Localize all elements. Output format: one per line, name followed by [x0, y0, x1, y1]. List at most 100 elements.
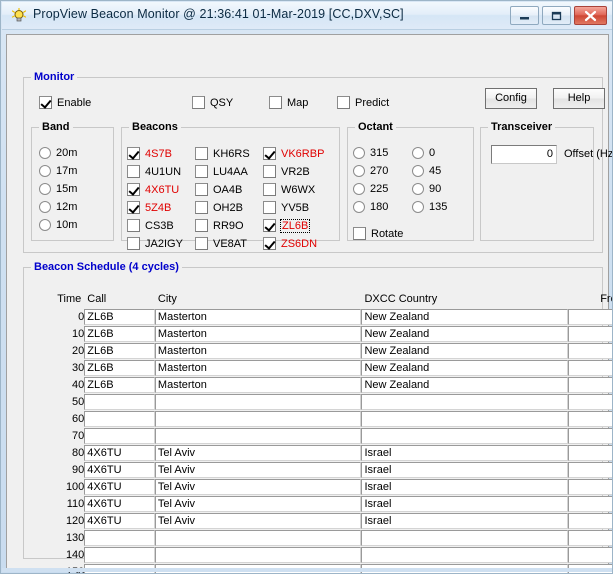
beacon-checkbox-zl6b[interactable]: ZL6B [263, 218, 311, 233]
cell-call[interactable]: 4X6TU [84, 462, 155, 478]
cell-dxcc[interactable]: New Zealand [361, 309, 569, 325]
table-row[interactable]: 1204X6TUTel AvivIsrael28200555486 [23, 512, 612, 529]
cell-city[interactable] [154, 547, 362, 563]
beacon-checkbox-oa4b[interactable]: OA4B [195, 183, 242, 196]
cell-dxcc[interactable]: Israel [361, 513, 569, 529]
cell-dxcc[interactable] [361, 530, 569, 546]
cell-dxcc[interactable]: New Zealand [361, 326, 569, 342]
cell-freq[interactable]: 21150 [568, 343, 612, 359]
cell-freq[interactable] [568, 394, 612, 410]
cell-city[interactable]: Tel Aviv [154, 513, 362, 529]
close-button[interactable] [574, 6, 607, 25]
schedule-table-container[interactable]: Time Call City DXCC Country Freq (khz) S… [23, 288, 612, 573]
cell-city[interactable] [154, 394, 362, 410]
table-row[interactable]: 130 [23, 529, 612, 546]
beacon-checkbox-w6wx[interactable]: W6WX [263, 183, 315, 196]
table-row[interactable]: 30ZL6BMastertonNew Zealand249302479075 [23, 359, 612, 376]
cell-call[interactable] [84, 428, 155, 444]
table-row[interactable]: 140 [23, 546, 612, 563]
cell-dxcc[interactable] [361, 394, 569, 410]
octant-radio-270[interactable]: 270 [353, 165, 388, 177]
cell-freq[interactable]: 21150 [568, 479, 612, 495]
cell-city[interactable]: Tel Aviv [154, 496, 362, 512]
octant-radio-315[interactable]: 315 [353, 147, 388, 159]
cell-freq[interactable] [568, 547, 612, 563]
beacon-checkbox-ja2igy[interactable]: JA2IGY [127, 237, 183, 250]
cell-call[interactable]: ZL6B [84, 360, 155, 376]
beacon-checkbox-5z4b[interactable]: 5Z4B [127, 201, 171, 214]
cell-call[interactable]: ZL6B [84, 377, 155, 393]
maximize-button[interactable] [542, 6, 571, 25]
cell-city[interactable]: Masterton [154, 309, 362, 325]
cell-call[interactable] [84, 547, 155, 563]
beacon-checkbox-ve8at[interactable]: VE8AT [195, 237, 247, 250]
cell-dxcc[interactable] [361, 547, 569, 563]
beacon-checkbox-zs6dn[interactable]: ZS6DN [263, 237, 317, 250]
beacon-checkbox-vk6rbp[interactable]: VK6RBP [263, 147, 324, 160]
rotate-checkbox[interactable]: Rotate [353, 227, 403, 240]
minimize-button[interactable] [510, 6, 539, 25]
cell-dxcc[interactable]: Israel [361, 479, 569, 495]
octant-radio-0[interactable]: 0 [412, 147, 435, 159]
table-row[interactable]: 10ZL6BMastertonNew Zealand181102479075 [23, 325, 612, 342]
cell-city[interactable]: Tel Aviv [154, 445, 362, 461]
cell-city[interactable] [154, 411, 362, 427]
beacon-checkbox-oh2b[interactable]: OH2B [195, 201, 243, 214]
cell-dxcc[interactable]: Israel [361, 496, 569, 512]
beacon-checkbox-yv5b[interactable]: YV5B [263, 201, 309, 214]
offset-input[interactable]: 0 [491, 145, 557, 164]
table-row[interactable]: 60 [23, 410, 612, 427]
qsy-checkbox[interactable]: QSY [192, 96, 233, 109]
cell-city[interactable]: Tel Aviv [154, 462, 362, 478]
table-row[interactable]: 904X6TUTel AvivIsrael18110555486 [23, 461, 612, 478]
predict-checkbox[interactable]: Predict [337, 96, 389, 109]
cell-freq[interactable]: 24930 [568, 360, 612, 376]
cell-call[interactable]: 4X6TU [84, 513, 155, 529]
band-radio-10m[interactable]: 10m [39, 219, 77, 231]
octant-radio-135[interactable]: 135 [412, 201, 447, 213]
octant-radio-225[interactable]: 225 [353, 183, 388, 195]
cell-call[interactable]: 4X6TU [84, 479, 155, 495]
cell-dxcc[interactable] [361, 411, 569, 427]
cell-call[interactable]: 4X6TU [84, 496, 155, 512]
beacon-checkbox-4s7b[interactable]: 4S7B [127, 147, 172, 160]
beacon-checkbox-rr9o[interactable]: RR9O [195, 219, 244, 232]
beacon-checkbox-cs3b[interactable]: CS3B [127, 219, 174, 232]
cell-freq[interactable]: 14100 [568, 309, 612, 325]
table-row[interactable]: 804X6TUTel AvivIsrael14100555486 [23, 444, 612, 461]
table-row[interactable]: 1104X6TUTel AvivIsrael24930555486 [23, 495, 612, 512]
table-row[interactable]: 70 [23, 427, 612, 444]
cell-freq[interactable]: 28200 [568, 377, 612, 393]
beacon-checkbox-4x6tu[interactable]: 4X6TU [127, 183, 179, 196]
octant-radio-180[interactable]: 180 [353, 201, 388, 213]
cell-call[interactable] [84, 411, 155, 427]
cell-city[interactable]: Masterton [154, 343, 362, 359]
enable-checkbox[interactable]: Enable [39, 96, 91, 109]
table-row[interactable]: 1004X6TUTel AvivIsrael21150555486 [23, 478, 612, 495]
cell-dxcc[interactable] [361, 428, 569, 444]
cell-dxcc[interactable]: Israel [361, 462, 569, 478]
band-radio-15m[interactable]: 15m [39, 183, 77, 195]
cell-freq[interactable] [568, 428, 612, 444]
table-row[interactable]: 0ZL6BMastertonNew Zealand141002479075 [23, 308, 612, 325]
octant-radio-45[interactable]: 45 [412, 165, 441, 177]
cell-call[interactable]: 4X6TU [84, 445, 155, 461]
cell-call[interactable]: ZL6B [84, 343, 155, 359]
config-button[interactable]: Config [485, 88, 537, 109]
cell-city[interactable]: Masterton [154, 377, 362, 393]
cell-city[interactable]: Masterton [154, 360, 362, 376]
map-checkbox[interactable]: Map [269, 96, 308, 109]
cell-freq[interactable]: 28200 [568, 513, 612, 529]
octant-radio-90[interactable]: 90 [412, 183, 441, 195]
table-row[interactable]: 20ZL6BMastertonNew Zealand211502479075 [23, 342, 612, 359]
help-button[interactable]: Help [553, 88, 605, 109]
cell-freq[interactable]: 14100 [568, 445, 612, 461]
beacon-checkbox-vr2b[interactable]: VR2B [263, 165, 310, 178]
table-row[interactable]: 50 [23, 393, 612, 410]
cell-city[interactable] [154, 428, 362, 444]
cell-city[interactable]: Masterton [154, 326, 362, 342]
cell-dxcc[interactable]: New Zealand [361, 360, 569, 376]
cell-freq[interactable] [568, 411, 612, 427]
cell-freq[interactable]: 24930 [568, 496, 612, 512]
cell-call[interactable] [84, 394, 155, 410]
